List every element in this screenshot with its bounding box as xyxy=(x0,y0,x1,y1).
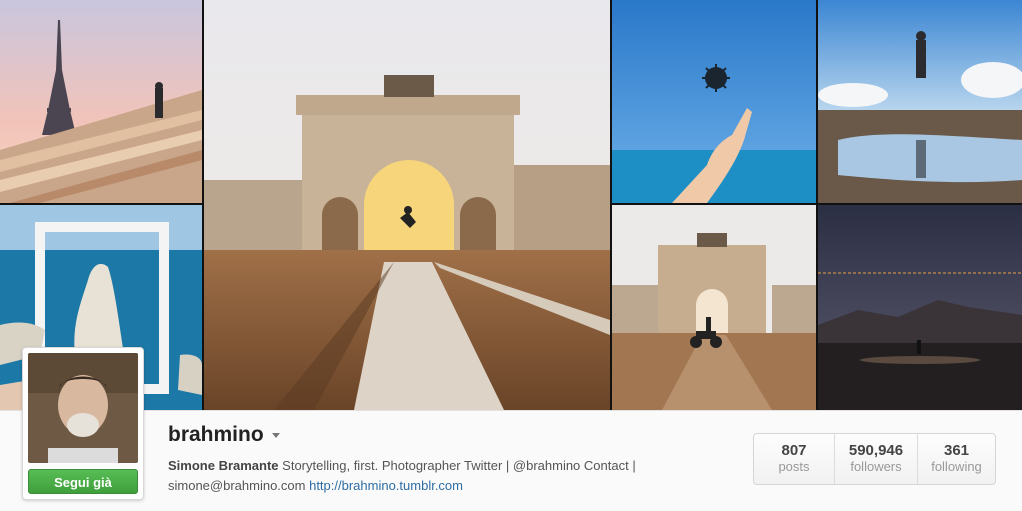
stat-following[interactable]: 361 following xyxy=(917,434,995,484)
posts-label: posts xyxy=(778,459,810,474)
posts-count: 807 xyxy=(781,442,807,459)
photo-night-mountains[interactable] xyxy=(818,205,1022,410)
full-name: Simone Bramante xyxy=(168,458,279,473)
follow-button[interactable]: Segui già xyxy=(28,469,138,494)
followers-count: 590,946 xyxy=(848,442,904,459)
username: brahmino xyxy=(168,423,264,446)
following-label: following xyxy=(931,459,982,474)
avatar[interactable] xyxy=(28,353,138,463)
photo-arc-motorbike[interactable] xyxy=(612,205,816,410)
website-link[interactable]: http://brahmino.tumblr.com xyxy=(309,478,463,493)
photo-arc-carrousel[interactable] xyxy=(204,0,610,410)
stat-posts[interactable]: 807 posts xyxy=(754,434,834,484)
followers-label: followers xyxy=(850,459,902,474)
following-count: 361 xyxy=(943,442,970,459)
photo-eiffel-stairs[interactable] xyxy=(0,0,202,203)
avatar-card: Segui già xyxy=(22,347,144,500)
profile-bio: Simone Bramante Storytelling, first. Pho… xyxy=(168,456,708,496)
stat-followers[interactable]: 590,946 followers xyxy=(834,434,917,484)
stats-box: 807 posts 590,946 followers 361 followin… xyxy=(753,433,996,485)
photo-grid xyxy=(0,0,1022,410)
photo-hand-urchin[interactable] xyxy=(612,0,816,203)
photo-levitation-reflection[interactable] xyxy=(818,0,1022,203)
options-caret-icon[interactable] xyxy=(271,432,280,438)
profile-username-row: brahmino xyxy=(168,423,280,447)
